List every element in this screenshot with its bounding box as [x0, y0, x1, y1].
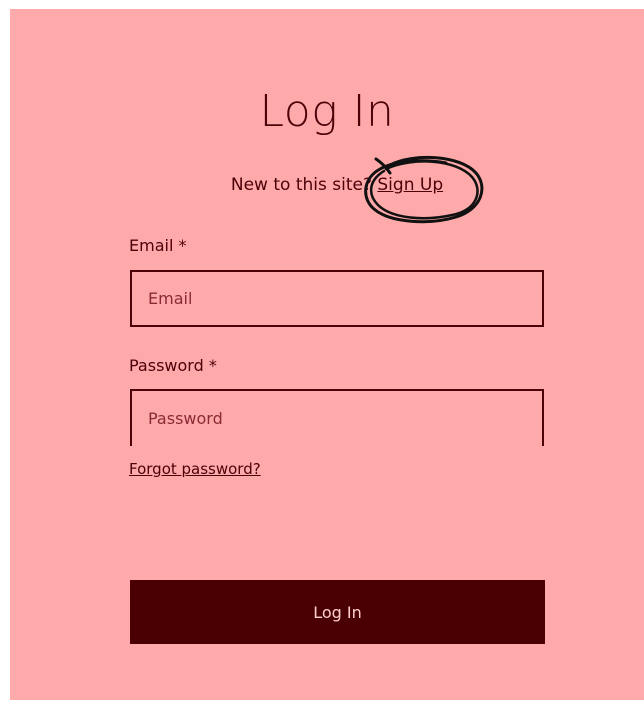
signup-prompt-line: New to this site? Sign Up — [0, 175, 644, 195]
email-label: Email * — [129, 236, 187, 255]
forgot-password-link[interactable]: Forgot password? — [129, 460, 261, 478]
signup-prompt-text: New to this site? — [230, 175, 372, 195]
email-field[interactable] — [130, 270, 544, 327]
login-button[interactable]: Log In — [130, 580, 545, 644]
password-label: Password * — [129, 356, 217, 375]
page-title: Log In — [259, 86, 395, 137]
password-field[interactable] — [132, 391, 542, 446]
password-field-wrapper — [130, 389, 544, 446]
signup-link[interactable]: Sign Up — [377, 175, 443, 195]
